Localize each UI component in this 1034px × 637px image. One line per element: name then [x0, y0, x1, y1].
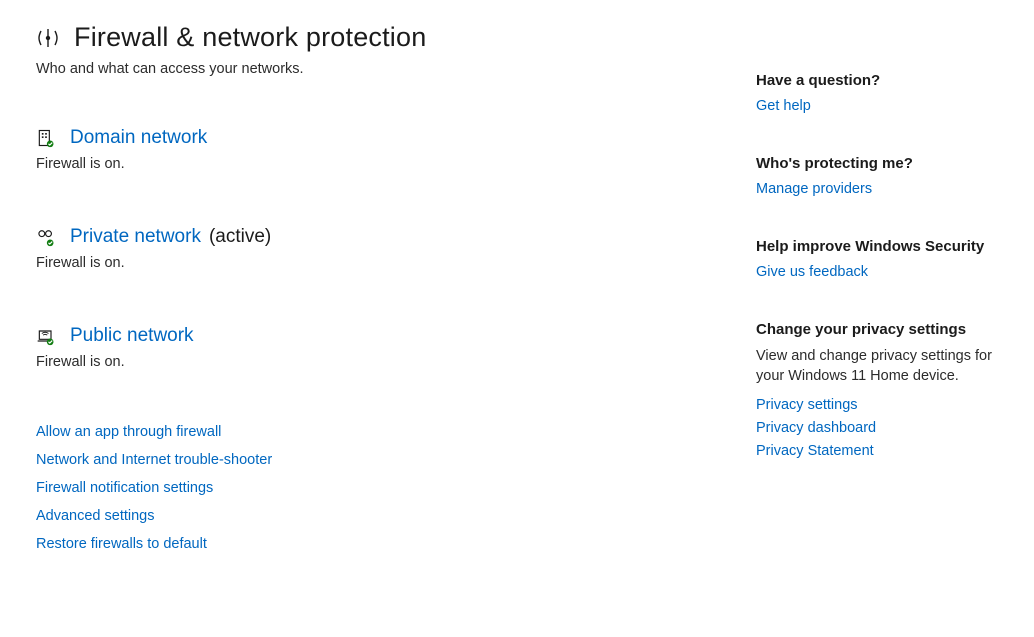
allow-app-link[interactable]: Allow an app through firewall	[36, 424, 221, 440]
privacy-settings-link[interactable]: Privacy settings	[756, 397, 858, 413]
public-network-link[interactable]: Public network	[70, 325, 194, 347]
firewall-action-list: Allow an app through firewall Network an…	[36, 424, 736, 552]
privacy-statement-link[interactable]: Privacy Statement	[756, 443, 874, 459]
aside-protecting: Who's protecting me? Manage providers	[756, 155, 1016, 198]
aside-question-heading: Have a question?	[756, 72, 1016, 89]
get-help-link[interactable]: Get help	[756, 98, 811, 114]
notification-settings-link[interactable]: Firewall notification settings	[36, 480, 213, 496]
firewall-icon	[36, 26, 60, 50]
public-network-status: Firewall is on.	[36, 354, 736, 370]
domain-network-status: Firewall is on.	[36, 156, 736, 172]
private-network-status: Firewall is on.	[36, 255, 736, 271]
page-subtitle: Who and what can access your networks.	[36, 61, 736, 77]
aside-improve-heading: Help improve Windows Security	[756, 238, 1016, 255]
network-block-private: Private network (active) Firewall is on.	[36, 226, 736, 271]
aside-protecting-heading: Who's protecting me?	[756, 155, 1016, 172]
private-network-active-tag: (active)	[209, 226, 271, 248]
private-network-icon	[36, 227, 56, 247]
manage-providers-link[interactable]: Manage providers	[756, 181, 872, 197]
network-block-domain: Domain network Firewall is on.	[36, 127, 736, 172]
public-network-icon	[36, 326, 56, 346]
private-network-link[interactable]: Private network	[70, 226, 201, 248]
privacy-dashboard-link[interactable]: Privacy dashboard	[756, 420, 876, 436]
building-icon	[36, 128, 56, 148]
aside-question: Have a question? Get help	[756, 72, 1016, 115]
aside-privacy-heading: Change your privacy settings	[756, 321, 1016, 338]
page-title: Firewall & network protection	[74, 22, 426, 53]
domain-network-link[interactable]: Domain network	[70, 127, 207, 149]
aside-privacy: Change your privacy settings View and ch…	[756, 321, 1016, 459]
aside-privacy-desc: View and change privacy settings for you…	[756, 346, 1016, 387]
restore-defaults-link[interactable]: Restore firewalls to default	[36, 536, 207, 552]
network-block-public: Public network Firewall is on.	[36, 325, 736, 370]
advanced-settings-link[interactable]: Advanced settings	[36, 508, 155, 524]
troubleshoot-link[interactable]: Network and Internet trouble-shooter	[36, 452, 272, 468]
give-feedback-link[interactable]: Give us feedback	[756, 264, 868, 280]
aside-improve: Help improve Windows Security Give us fe…	[756, 238, 1016, 281]
